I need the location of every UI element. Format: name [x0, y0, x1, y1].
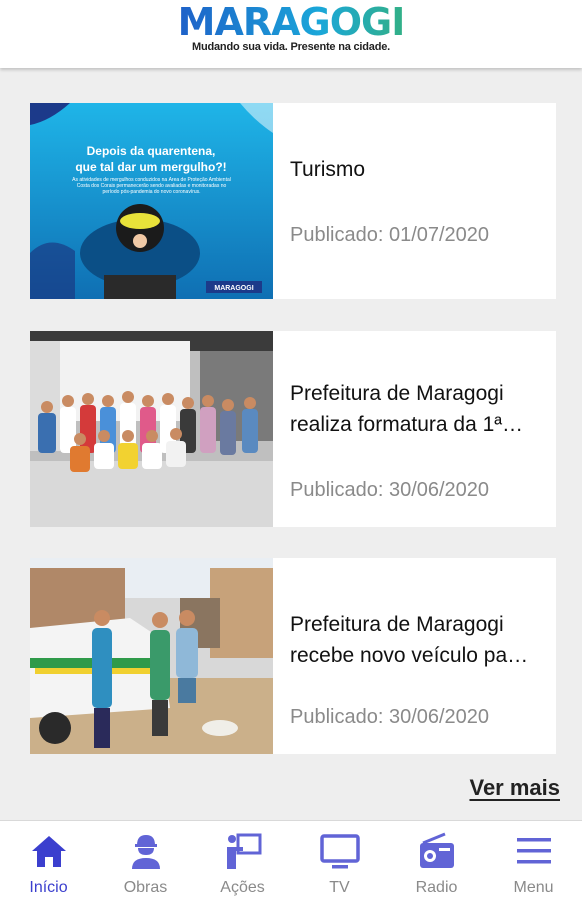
tv-icon: [319, 834, 360, 869]
poster-headline-line1: Depois da quarentena,: [87, 144, 216, 158]
bottom-navigation: Início Obras Ações TV Radio Menu: [0, 820, 582, 900]
news-card[interactable]: Prefeitura de Maragogi recebe novo veícu…: [30, 558, 556, 754]
news-date: Publicado: 01/07/2020: [290, 224, 490, 246]
news-thumbnail-vehicle-photo: [30, 558, 273, 754]
nav-label: Menu: [513, 879, 554, 896]
worker-icon: [131, 835, 160, 869]
news-date: Publicado: 30/06/2020: [290, 479, 490, 501]
news-thumbnail-group-photo: [30, 331, 273, 527]
presentation-icon: [226, 833, 261, 869]
news-title: Prefeitura de Maragogi realiza formatura…: [290, 382, 524, 436]
poster-body-text: As atividades de mergulhos conduzidos na…: [72, 177, 231, 195]
app-header: MARAGOGI Mudando sua vida. Presente na c…: [0, 0, 582, 68]
poster-headline-line2: que tal dar um mergulho?!: [75, 160, 226, 174]
nav-item-menu[interactable]: Menu: [485, 821, 582, 900]
news-date: Publicado: 30/06/2020: [290, 706, 490, 728]
news-title: Prefeitura de Maragogi recebe novo veícu…: [290, 613, 529, 667]
logo-tagline: Mudando sua vida. Presente na cidade.: [192, 41, 390, 53]
nav-label: Início: [29, 879, 68, 896]
home-icon: [31, 836, 66, 867]
news-feed: MARAGOGI Depois da quarentena, que tal d…: [0, 68, 582, 820]
news-title: Turismo: [290, 158, 366, 181]
news-card[interactable]: MARAGOGI Depois da quarentena, que tal d…: [30, 103, 556, 299]
see-more-link[interactable]: Ver mais: [469, 775, 560, 801]
news-thumbnail-diving-poster: MARAGOGI Depois da quarentena, que tal d…: [30, 103, 273, 299]
nav-item-obras[interactable]: Obras: [97, 821, 194, 900]
nav-item-inicio[interactable]: Início: [0, 821, 97, 900]
nav-label: Obras: [123, 879, 168, 896]
nav-item-acoes[interactable]: Ações: [194, 821, 291, 900]
hamburger-menu-icon: [516, 838, 551, 864]
nav-item-radio[interactable]: Radio: [388, 821, 485, 900]
radio-icon: [419, 832, 454, 868]
nav-item-tv[interactable]: TV: [291, 821, 388, 900]
nav-label: Radio: [415, 879, 458, 896]
news-card[interactable]: Prefeitura de Maragogi realiza formatura…: [30, 331, 556, 527]
maragogi-logo: MARAGOGI: [0, 0, 582, 44]
nav-label: Ações: [220, 879, 265, 896]
poster-brand: MARAGOGI: [214, 285, 253, 292]
nav-label: TV: [329, 879, 350, 896]
